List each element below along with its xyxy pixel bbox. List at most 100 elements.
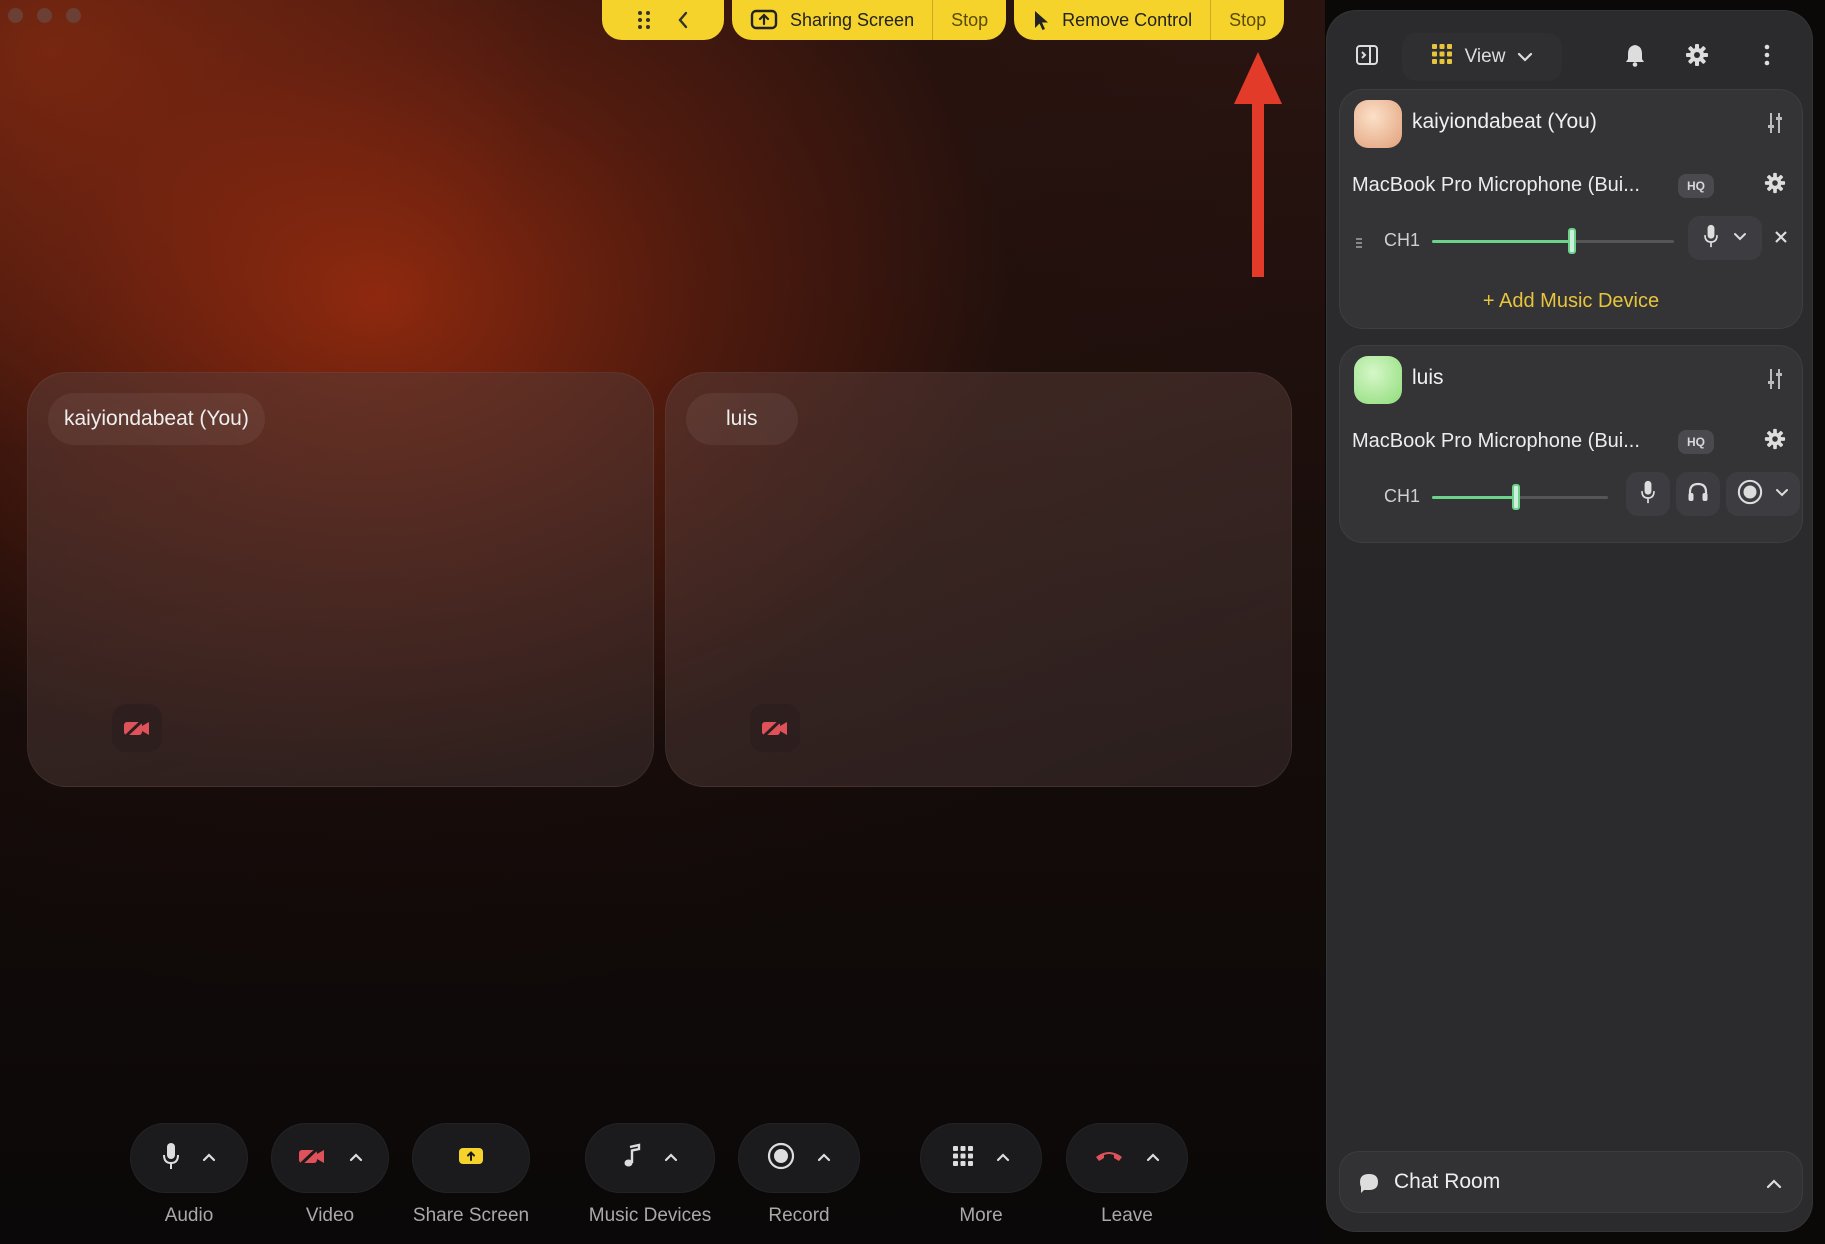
record-toggle-dropdown[interactable] [1726,472,1800,516]
chevron-up-icon[interactable] [202,1149,216,1167]
audio-label: Audio [164,1205,214,1226]
chat-bubble-icon [1358,1172,1380,1199]
tile-name-label: luis [686,393,798,445]
music-devices-control: Music Devices [585,1123,715,1227]
microphone-device-name[interactable]: MacBook Pro Microphone (Bui... [1352,174,1640,197]
camera-off-icon [750,704,800,752]
participant-name: luis [1412,366,1444,389]
hang-up-icon[interactable] [1094,1148,1124,1169]
minimize-window-button[interactable] [37,8,52,23]
window-controls[interactable] [8,8,81,23]
chat-room-bar[interactable]: Chat Room [1339,1151,1803,1213]
toolbar-grip-pill[interactable] [602,0,724,40]
chevron-up-icon[interactable] [817,1149,831,1167]
meeting-stage: Sharing Screen Stop Remove Control Stop … [0,0,1325,1244]
share-screen-icon [458,1146,484,1171]
volume-knob[interactable] [1568,228,1577,254]
vertical-ellipsis-icon[interactable] [1764,44,1770,71]
drag-handle-icon[interactable] [1356,236,1362,255]
share-screen-label: Share Screen [412,1205,530,1226]
microphone-icon[interactable] [1703,224,1719,253]
microphone-icon[interactable] [1640,480,1656,509]
zoom-window-button[interactable] [66,8,81,23]
remove-control-button[interactable]: Remove Control [1014,0,1210,40]
stop-sharing-button[interactable]: Stop [932,0,1006,40]
chevron-up-icon[interactable] [996,1149,1010,1167]
bell-icon[interactable] [1624,43,1646,72]
record-button[interactable] [738,1123,860,1193]
volume-slider[interactable] [1432,484,1608,510]
view-dropdown[interactable]: View [1402,33,1562,81]
record-icon[interactable] [767,1142,795,1175]
participants-panel: View kaiyiondabeat (You) MacBook Pro Mic… [1326,10,1813,1232]
add-music-device-button[interactable]: + Add Music Device [1340,290,1802,313]
headphones-icon[interactable] [1687,481,1709,508]
close-window-button[interactable] [8,8,23,23]
meeting-toolbar: Audio Video Share Screen Music Devices R… [0,1123,1325,1226]
volume-fill [1432,496,1517,499]
volume-slider[interactable] [1432,228,1674,254]
participant-card-self: kaiyiondabeat (You) MacBook Pro Micropho… [1339,89,1803,329]
monitor-toggle-button[interactable] [1676,472,1720,516]
participant-name: kaiyiondabeat (You) [1412,110,1597,133]
settings-button[interactable] [1675,33,1719,81]
tile-name-label: kaiyiondabeat (You) [48,393,265,445]
sharing-toolbar: Sharing Screen Stop Remove Control Stop [602,0,1285,40]
notifications-button[interactable] [1613,33,1657,81]
record-control: Record [738,1123,860,1227]
mixer-icon[interactable] [1766,368,1784,395]
music-devices-button[interactable] [585,1123,715,1193]
gear-icon[interactable] [1764,172,1786,199]
music-note-icon[interactable] [622,1143,642,1174]
more-options-button[interactable] [1751,33,1783,81]
record-icon[interactable] [1737,479,1763,510]
close-icon[interactable] [1774,230,1788,249]
avatar [1354,356,1402,404]
collapse-chevron-icon[interactable] [677,11,689,29]
stop-control-button[interactable]: Stop [1210,0,1284,40]
chevron-down-icon [1517,46,1533,68]
share-screen-button[interactable] [412,1123,530,1193]
record-label: Record [768,1205,830,1226]
mic-toggle-button[interactable] [1626,472,1670,516]
video-control: Video [271,1123,389,1227]
leave-label: Leave [1101,1205,1153,1226]
video-tile-self[interactable]: kaiyiondabeat (You) [27,372,654,787]
volume-knob[interactable] [1512,484,1521,510]
chevron-down-icon[interactable] [1775,485,1789,503]
leave-button[interactable] [1066,1123,1188,1193]
chevron-up-icon[interactable] [349,1149,363,1167]
more-control: More [920,1123,1042,1227]
leave-control: Leave [1066,1123,1188,1227]
chevron-up-icon[interactable] [1146,1149,1160,1167]
drag-handle-icon[interactable] [637,10,651,30]
share-screen-control: Share Screen [412,1123,530,1227]
channel-label: CH1 [1384,230,1421,250]
video-off-icon[interactable] [297,1145,327,1172]
chevron-down-icon[interactable] [1733,229,1747,247]
audio-button[interactable] [130,1123,248,1193]
annotation-arrow-icon [1230,52,1286,287]
music-devices-label: Music Devices [588,1205,712,1226]
grid-icon [1431,43,1453,71]
sharing-screen-label: Sharing Screen [790,9,915,30]
more-button[interactable] [920,1123,1042,1193]
view-label: View [1464,46,1506,67]
mixer-icon[interactable] [1766,112,1784,139]
hq-badge: HQ [1678,174,1714,198]
video-tile-luis[interactable]: luis [665,372,1292,787]
chevron-up-icon[interactable] [664,1149,678,1167]
video-button[interactable] [271,1123,389,1193]
gear-icon[interactable] [1764,428,1786,455]
sidebar-toggle-icon[interactable] [1355,44,1379,71]
sharing-screen-indicator: Sharing Screen [732,0,932,40]
remove-control-label: Remove Control [1062,9,1193,30]
microphone-icon[interactable] [162,1142,180,1175]
toggle-sidebar-button[interactable] [1345,33,1389,81]
chevron-up-icon[interactable] [1766,1176,1782,1194]
chat-room-label: Chat Room [1394,1170,1501,1193]
gear-icon[interactable] [1685,43,1709,72]
microphone-device-name[interactable]: MacBook Pro Microphone (Bui... [1352,430,1640,453]
input-mic-dropdown[interactable] [1688,216,1762,260]
grid-icon[interactable] [952,1145,974,1172]
